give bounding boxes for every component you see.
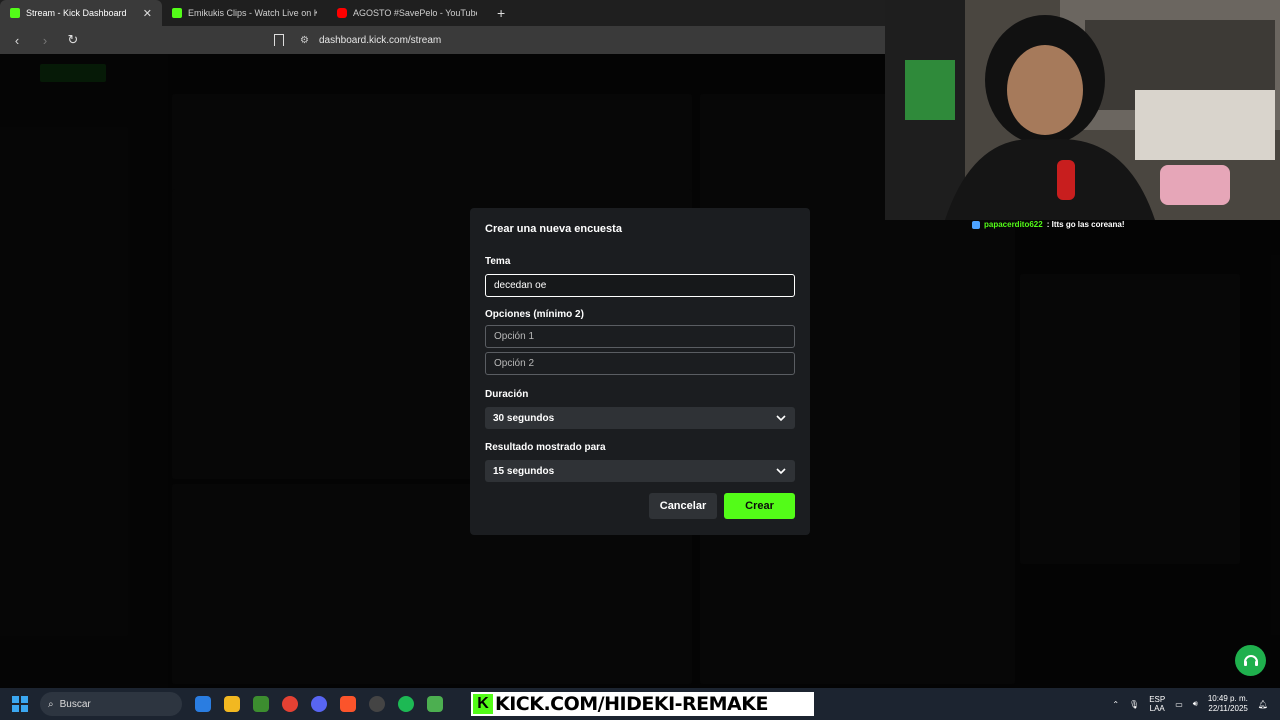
create-button[interactable]: Crear [724, 493, 795, 519]
url-text[interactable]: dashboard.kick.com/stream [319, 35, 441, 46]
lang-bottom: LAA [1149, 704, 1165, 713]
topic-input[interactable] [485, 274, 795, 297]
option-1-input[interactable] [485, 325, 795, 348]
webcam-feed [885, 0, 1280, 220]
cancel-button[interactable]: Cancelar [649, 493, 717, 519]
create-poll-modal: Crear una nueva encuesta Tema Opciones (… [470, 208, 810, 535]
reload-icon[interactable]: ↻ [64, 32, 82, 48]
duration-label: Duración [485, 389, 529, 400]
kick-favicon-icon [10, 8, 20, 18]
forward-icon[interactable]: › [36, 33, 54, 48]
stream-overlay-chat-message: papacerdito622 : Itts go las coreana! [972, 220, 1125, 229]
result-duration-value: 15 segundos [493, 465, 555, 477]
banner-text: KICK.COM/HIDEKI-REMAKE [495, 693, 768, 715]
chat-message-text: : Itts go las coreana! [1046, 220, 1125, 229]
options-label: Opciones (mínimo 2) [485, 309, 584, 320]
minecraft-icon[interactable] [253, 696, 269, 712]
taskbar-search[interactable]: ⌕ Buscar [40, 692, 182, 716]
user-badge-icon [972, 220, 980, 229]
clock[interactable]: 10:49 p. m. 22/11/2025 [1208, 694, 1248, 714]
option-2-input[interactable] [485, 352, 795, 375]
volume-icon[interactable]: 🔊︎ [1193, 699, 1198, 709]
modal-title: Crear una nueva encuesta [485, 223, 622, 235]
app-icon[interactable] [427, 696, 443, 712]
language-indicator[interactable]: ESP LAA [1149, 695, 1165, 713]
chevron-down-icon [776, 468, 786, 475]
microphone-icon[interactable]: 🎙︎ [1129, 700, 1139, 709]
clock-date: 22/11/2025 [1208, 704, 1248, 713]
file-explorer-icon[interactable] [224, 696, 240, 712]
chat-username: papacerdito622 [984, 220, 1043, 229]
clock-time: 10:49 p. m. [1207, 694, 1248, 703]
tab-kick-dashboard[interactable]: Stream - Kick Dashboard ✕ [0, 0, 162, 26]
obs-icon[interactable] [369, 696, 385, 712]
webcam-image [885, 0, 1280, 220]
tab-title: Emikukis Clips - Watch Live on Kick [188, 8, 317, 18]
tab-title: Stream - Kick Dashboard [26, 8, 127, 18]
notifications-icon[interactable]: 🔔︎ [1258, 700, 1268, 709]
headset-icon [1243, 654, 1258, 666]
lang-top: ESP [1149, 695, 1166, 704]
kick-logo-icon: K [473, 694, 493, 714]
kick-favicon-icon [172, 8, 182, 18]
search-label: Buscar [59, 698, 91, 710]
discord-icon[interactable] [311, 696, 327, 712]
chevron-down-icon [776, 415, 786, 422]
chevron-up-icon[interactable]: ⌃ [1112, 700, 1119, 709]
topic-label: Tema [485, 256, 511, 267]
close-tab-icon[interactable]: ✕ [143, 7, 152, 20]
browser-tab-bar: Stream - Kick Dashboard ✕ Emikukis Clips… [0, 0, 885, 26]
windows-start-icon[interactable] [12, 696, 28, 712]
search-icon: ⌕ [48, 698, 54, 710]
back-icon[interactable]: ‹ [8, 33, 26, 48]
widgets-icon[interactable] [195, 696, 211, 712]
result-duration-label: Resultado mostrado para [485, 442, 606, 453]
tab-youtube[interactable]: AGOSTO #SavePelo - YouTube [327, 0, 487, 26]
duration-value: 30 segundos [493, 412, 555, 424]
bookmark-icon[interactable] [274, 34, 284, 46]
stream-url-banner: K KICK.COM/HIDEKI-REMAKE [471, 692, 814, 716]
spotify-icon[interactable] [398, 696, 414, 712]
chrome-icon[interactable] [282, 696, 298, 712]
brave-icon[interactable] [340, 696, 356, 712]
duration-select[interactable]: 30 segundos [485, 407, 795, 429]
new-tab-button[interactable]: + [487, 0, 515, 26]
tab-title: AGOSTO #SavePelo - YouTube [353, 8, 477, 18]
system-tray: ⌃ 🎙︎ ESP LAA ▭ 🔊︎ 10:49 p. m. 22/11/2025… [1112, 688, 1280, 720]
address-bar-row: ‹ › ↻ ⚙ dashboard.kick.com/stream [0, 26, 885, 54]
site-info-icon[interactable]: ⚙ [300, 35, 309, 46]
result-duration-select[interactable]: 15 segundos [485, 460, 795, 482]
tab-emikukis-clips[interactable]: Emikukis Clips - Watch Live on Kick [162, 0, 327, 26]
youtube-favicon-icon [337, 8, 347, 18]
network-icon[interactable]: ▭ [1175, 700, 1183, 709]
support-button[interactable] [1235, 645, 1266, 676]
